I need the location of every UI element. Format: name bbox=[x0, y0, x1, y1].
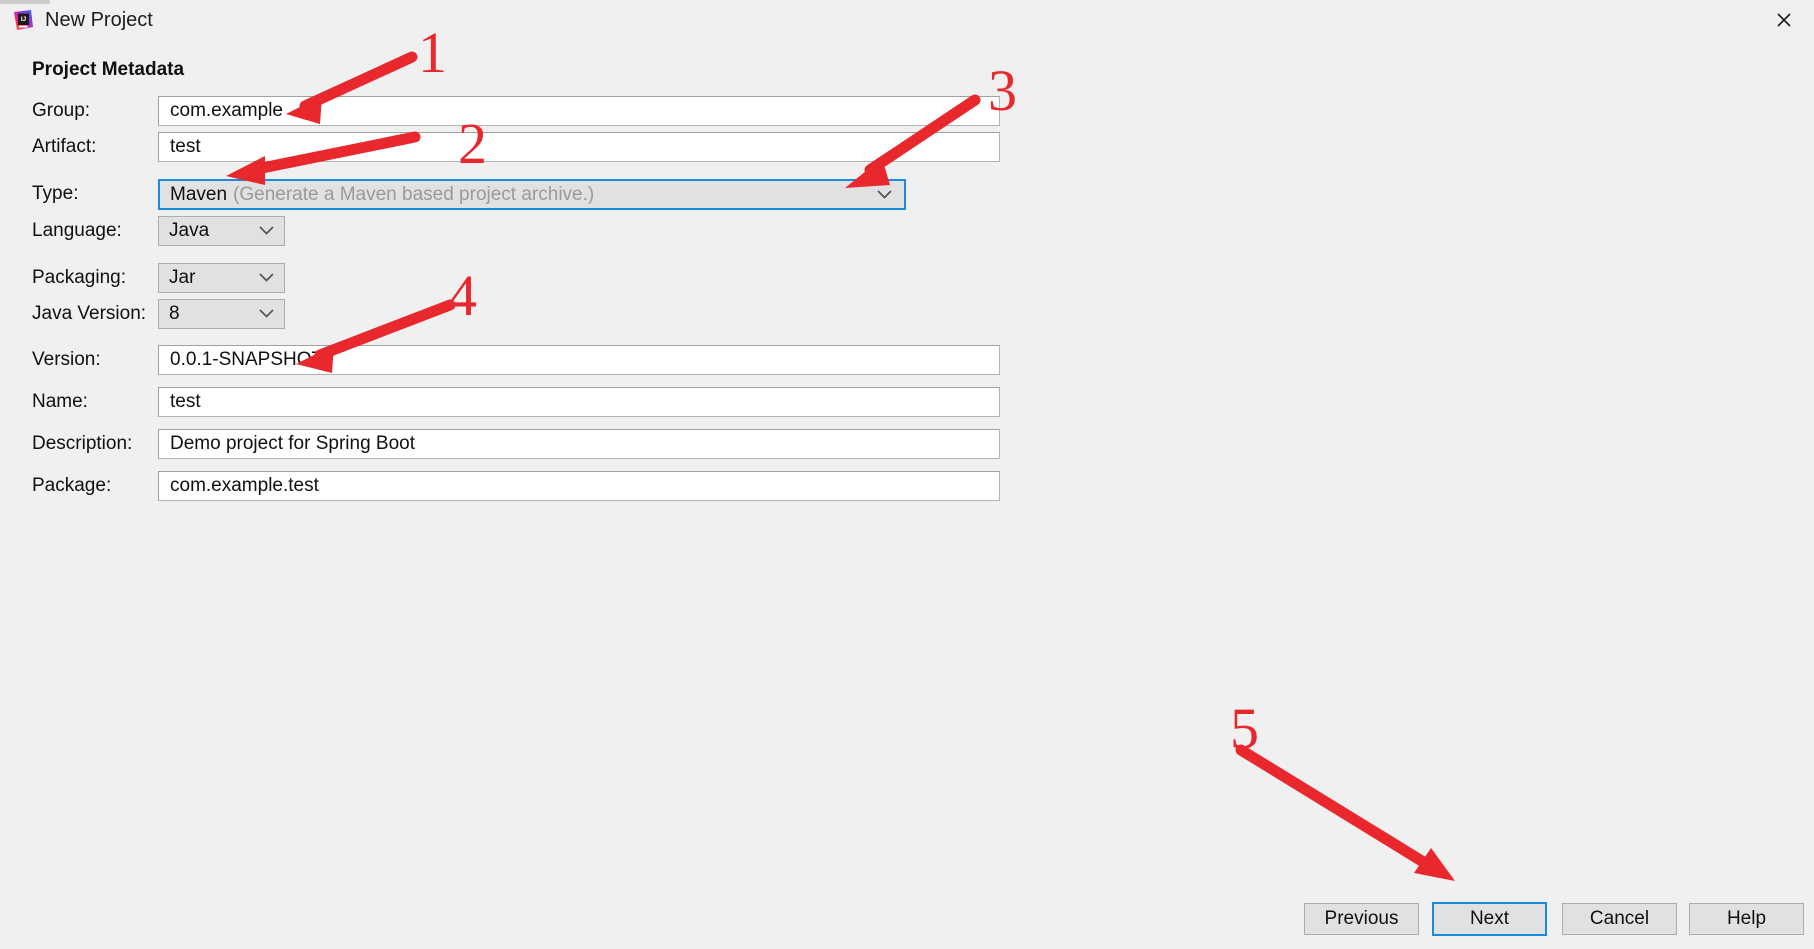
page-title: Project Metadata bbox=[32, 59, 185, 80]
version-label: Version: bbox=[32, 349, 101, 370]
artifact-label: Artifact: bbox=[32, 136, 97, 157]
version-field[interactable]: 0.0.1-SNAPSHOT bbox=[158, 345, 1000, 375]
name-label: Name: bbox=[32, 391, 88, 412]
description-field[interactable]: Demo project for Spring Boot bbox=[158, 429, 1000, 459]
close-icon[interactable] bbox=[1754, 0, 1814, 40]
packaging-combo-value: Jar bbox=[169, 267, 196, 288]
annotation-label-4: 4 bbox=[448, 263, 477, 328]
group-field[interactable]: com.example bbox=[158, 96, 1000, 126]
next-button[interactable]: Next bbox=[1432, 902, 1547, 936]
type-combo-hint: (Generate a Maven based project archive.… bbox=[233, 183, 595, 205]
package-label: Package: bbox=[32, 475, 112, 496]
language-combo-value: Java bbox=[169, 220, 210, 241]
annotation-label-5: 5 bbox=[1230, 696, 1259, 761]
window-title: New Project bbox=[45, 9, 153, 31]
help-button[interactable]: Help bbox=[1689, 903, 1804, 935]
language-combo[interactable]: Java bbox=[158, 216, 285, 246]
packaging-combo[interactable]: Jar bbox=[158, 263, 285, 293]
description-label: Description: bbox=[32, 433, 133, 454]
type-combo-value: Maven bbox=[170, 183, 228, 205]
language-label: Language: bbox=[32, 220, 122, 241]
annotation-arrow-5 bbox=[1235, 744, 1455, 881]
name-field[interactable]: test bbox=[158, 387, 1000, 417]
type-combo[interactable]: Maven (Generate a Maven based project ar… bbox=[158, 179, 906, 210]
chevron-down-icon bbox=[877, 186, 892, 204]
previous-button[interactable]: Previous bbox=[1304, 903, 1419, 935]
svg-text:IJ: IJ bbox=[21, 16, 27, 23]
java-version-combo[interactable]: 8 bbox=[158, 299, 285, 329]
java-version-label: Java Version: bbox=[32, 303, 147, 324]
type-label: Type: bbox=[32, 183, 79, 204]
chevron-down-icon bbox=[259, 269, 274, 287]
group-label: Group: bbox=[32, 100, 91, 121]
chevron-down-icon bbox=[259, 305, 274, 323]
intellij-idea-icon: IJ bbox=[11, 8, 35, 32]
package-field[interactable]: com.example.test bbox=[158, 471, 1000, 501]
window-title-bar: IJ New Project bbox=[0, 0, 1814, 40]
chevron-down-icon bbox=[259, 222, 274, 240]
packaging-label: Packaging: bbox=[32, 267, 127, 288]
titlebar-accent-strip bbox=[0, 0, 50, 4]
java-version-combo-value: 8 bbox=[169, 303, 180, 324]
cancel-button[interactable]: Cancel bbox=[1562, 903, 1677, 935]
artifact-field[interactable]: test bbox=[158, 132, 1000, 162]
